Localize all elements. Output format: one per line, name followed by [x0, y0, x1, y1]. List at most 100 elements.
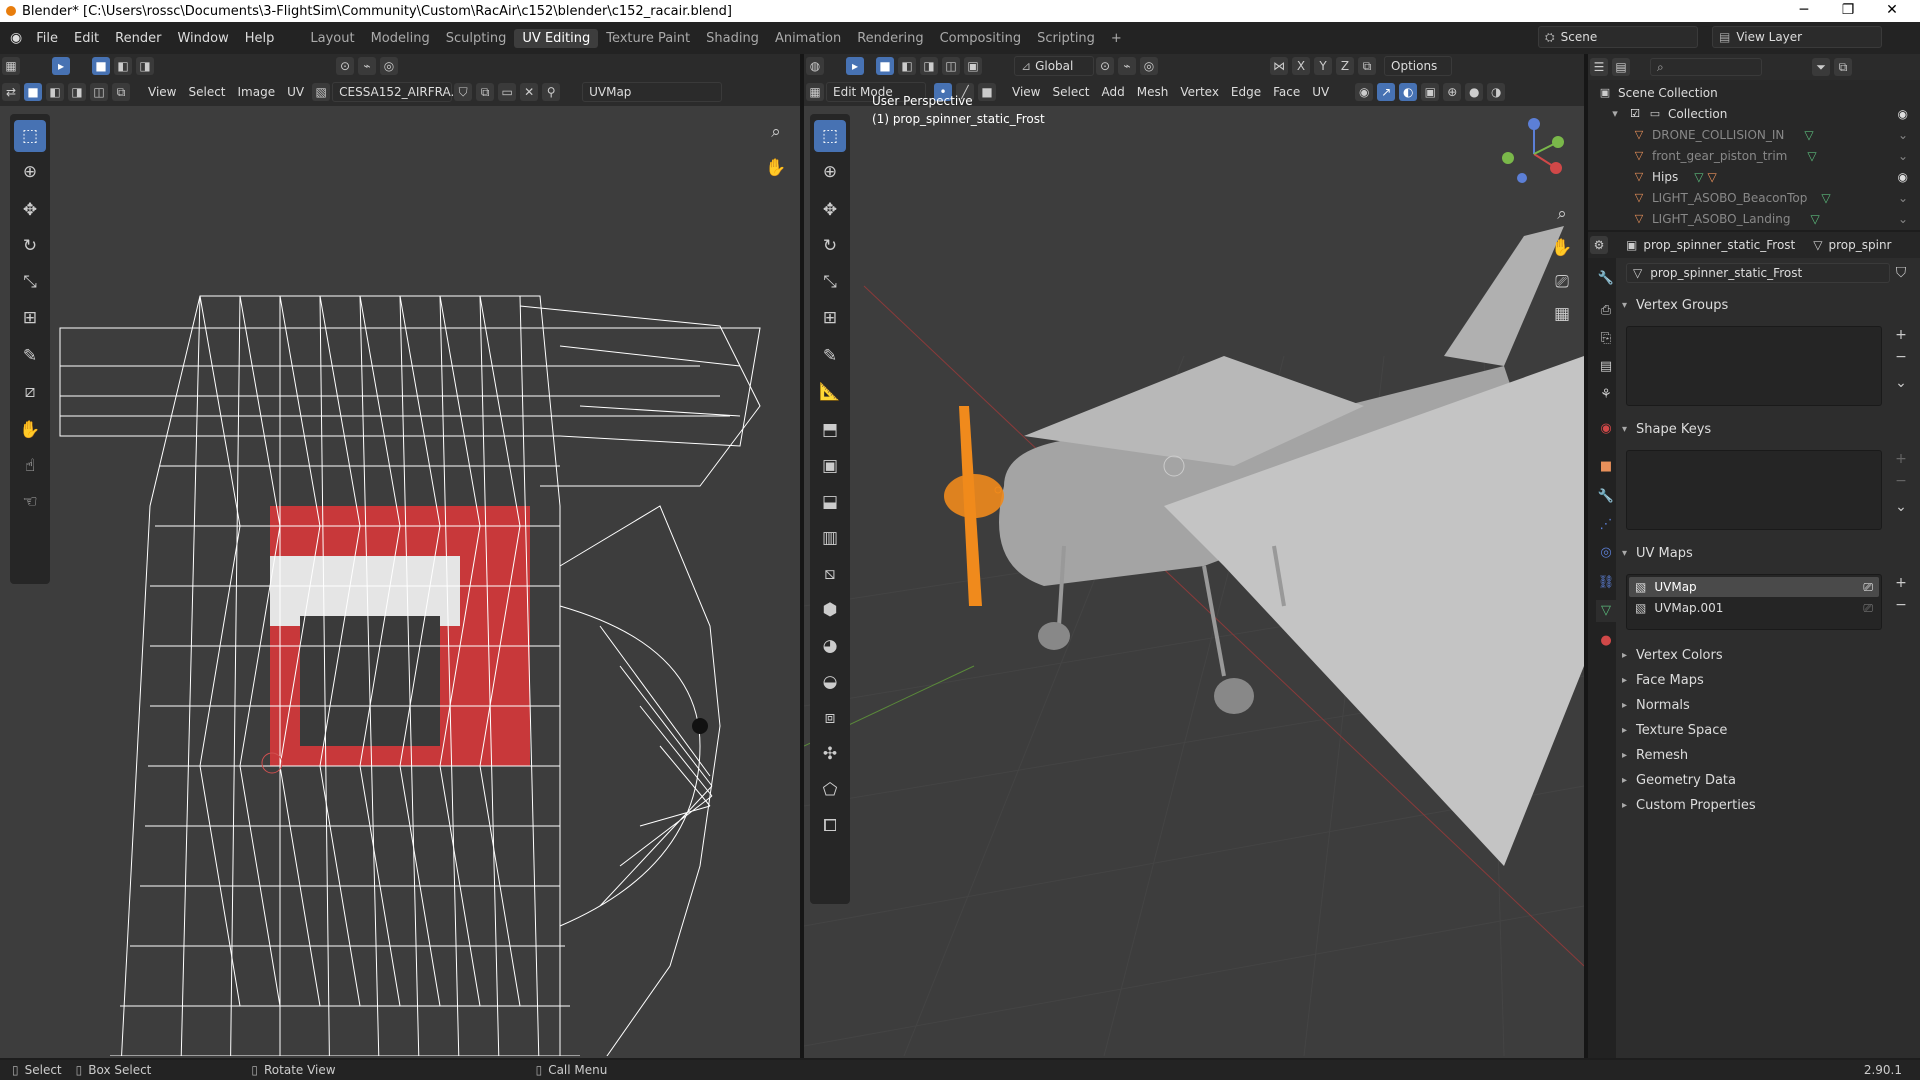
uv-face-mode-icon[interactable]: ◨ — [136, 57, 154, 75]
uv-map-row-active[interactable]: ▧ UVMap ⎚ — [1629, 577, 1879, 597]
panel-remesh[interactable]: ▸ Remesh — [1622, 744, 1912, 766]
uv-vertex-select-icon[interactable]: ■ — [24, 83, 42, 101]
material-tab-icon[interactable]: ● — [1596, 630, 1616, 652]
tab-scripting[interactable]: Scripting — [1029, 29, 1103, 48]
loop-cut-tool-icon[interactable]: ▥ — [814, 522, 846, 554]
uv-menu-uv[interactable]: UV — [281, 83, 310, 101]
object-tab-icon[interactable]: ■ — [1596, 456, 1616, 478]
snap-icon[interactable]: ⌁ — [358, 57, 376, 75]
constraints-tab-icon[interactable]: ⛓ — [1596, 572, 1616, 594]
menu-file[interactable]: File — [28, 31, 66, 46]
tab-layout[interactable]: Layout — [302, 29, 362, 48]
tool-tab-icon[interactable]: 🔧 — [1596, 268, 1616, 290]
cursor-tool-icon[interactable]: ⊕ — [14, 156, 46, 188]
annotate-tool-icon[interactable]: ✎ — [14, 340, 46, 372]
vertex-groups-list[interactable] — [1626, 326, 1882, 406]
panel-vertex-colors[interactable]: ▸ Vertex Colors — [1622, 644, 1912, 666]
image-name-field[interactable]: CESSA152_AIRFRA... — [332, 82, 462, 102]
panel-geometry-data[interactable]: ▸ Geometry Data — [1622, 769, 1912, 791]
rip-tool-icon[interactable]: ⧄ — [14, 376, 46, 408]
uv-island-select-icon[interactable]: ◫ — [90, 83, 108, 101]
outliner-search-input[interactable]: ⌕ — [1650, 58, 1762, 76]
unlink-image-icon[interactable]: ✕ — [520, 83, 539, 101]
mirror-icon[interactable]: ⋈ — [1270, 57, 1288, 75]
tab-modeling[interactable]: Modeling — [363, 29, 438, 48]
uv-canvas[interactable] — [0, 106, 800, 1056]
view-layer-tab-icon[interactable]: ▤ — [1596, 356, 1616, 378]
vp-transform-tool-icon[interactable]: ⊞ — [814, 302, 846, 334]
select-intersect-icon[interactable]: ▣ — [964, 57, 982, 75]
viewport-menu-face[interactable]: Face — [1267, 83, 1306, 101]
uv-edge-select-icon[interactable]: ◧ — [46, 83, 64, 101]
add-workspace-button[interactable]: + — [1103, 29, 1130, 48]
axis-x-toggle[interactable]: X — [1292, 57, 1310, 75]
gizmo-y-axis[interactable] — [1552, 136, 1564, 148]
world-tab-icon[interactable]: ◉ — [1596, 418, 1616, 440]
viewport-select-tool-icon[interactable]: ▸ — [846, 57, 864, 75]
menu-help[interactable]: Help — [237, 31, 283, 46]
tab-uv-editing[interactable]: UV Editing — [514, 28, 599, 48]
options-dropdown[interactable]: Options — [1384, 56, 1452, 76]
shape-key-menu-icon[interactable]: ⌄ — [1892, 498, 1910, 516]
auto-merge-icon[interactable]: ⧉ — [1358, 57, 1376, 75]
xray-icon[interactable]: ▣ — [1421, 83, 1440, 101]
outliner-item[interactable]: ▽ Hips ▽ ▽ ◉ — [1598, 166, 1914, 187]
uv-map-row[interactable]: ▧ UVMap.001 ⎚ — [1629, 598, 1879, 618]
vertex-group-menu-icon[interactable]: ⌄ — [1892, 374, 1910, 392]
remove-shape-key-button[interactable]: − — [1892, 472, 1910, 490]
select-extend-icon[interactable]: ◧ — [898, 57, 916, 75]
modifier-tab-icon[interactable]: 🔧 — [1596, 486, 1616, 508]
panel-normals[interactable]: ▸ Normals — [1622, 694, 1912, 716]
viewport-zoom-icon[interactable]: ⌕ — [1546, 198, 1578, 230]
camera-view-icon[interactable]: ⎚ — [1546, 266, 1578, 298]
particles-tab-icon[interactable]: ⋰ — [1596, 514, 1616, 536]
new-image-icon[interactable]: ⧉ — [476, 83, 495, 101]
gizmo-z-axis[interactable] — [1528, 118, 1540, 130]
scale-tool-icon[interactable]: ⤡ — [14, 266, 46, 298]
smooth-tool-icon[interactable]: ◒ — [814, 666, 846, 698]
viewport-menu-uv[interactable]: UV — [1306, 83, 1335, 101]
render-camera-icon[interactable]: ⎚ — [1863, 601, 1873, 616]
vp-cursor-tool-icon[interactable]: ⊕ — [814, 156, 846, 188]
vp-annotate-tool-icon[interactable]: ✎ — [814, 340, 846, 372]
tab-animation[interactable]: Animation — [767, 29, 849, 48]
viewport-snap-icon[interactable]: ⌁ — [1118, 57, 1136, 75]
remove-uv-map-button[interactable]: − — [1892, 596, 1910, 614]
add-vertex-group-button[interactable]: + — [1892, 326, 1910, 344]
menu-edit[interactable]: Edit — [66, 31, 107, 46]
spin-tool-icon[interactable]: ◕ — [814, 630, 846, 662]
viewport-menu-select[interactable]: Select — [1046, 83, 1095, 101]
proportional-icon[interactable]: ◎ — [380, 57, 398, 75]
axis-y-toggle[interactable]: Y — [1314, 57, 1332, 75]
visibility-icon[interactable]: ◉ — [1355, 83, 1374, 101]
open-image-icon[interactable]: ▭ — [498, 83, 517, 101]
panel-custom-properties[interactable]: ▸ Custom Properties — [1622, 794, 1912, 816]
inset-tool-icon[interactable]: ▣ — [814, 450, 846, 482]
viewport-menu-mesh[interactable]: Mesh — [1131, 83, 1175, 101]
viewport-pan-icon[interactable]: ✋ — [1546, 232, 1578, 264]
mode-icon[interactable]: ▦ — [806, 83, 824, 101]
gizmo-neg-y-axis[interactable] — [1502, 152, 1514, 164]
outliner-editor-type-icon[interactable]: ☰ — [1590, 58, 1608, 76]
pivot-icon[interactable]: ⊙ — [336, 57, 354, 75]
panel-vertex-groups[interactable]: ▾ Vertex Groups — [1622, 294, 1912, 316]
gizmo-neg-z-axis[interactable] — [1517, 173, 1527, 183]
sticky-select-icon[interactable]: ⧉ — [112, 83, 130, 101]
knife-tool-icon[interactable]: ⧅ — [814, 558, 846, 590]
expand-arrow-icon[interactable]: ▾ — [1608, 107, 1622, 121]
physics-tab-icon[interactable]: ◎ — [1596, 542, 1616, 564]
move-tool-icon[interactable]: ✥ — [14, 194, 46, 226]
tab-shading[interactable]: Shading — [698, 29, 767, 48]
output-tab-icon[interactable]: ⎘ — [1596, 328, 1616, 350]
navigation-gizmo[interactable] — [1494, 114, 1574, 194]
wireframe-shading-icon[interactable]: ⊕ — [1443, 83, 1462, 101]
solid-shading-icon[interactable]: ● — [1465, 83, 1484, 101]
outliner-item[interactable]: ▽ DRONE_COLLISION_IN ▽ ⌄ — [1598, 124, 1914, 145]
shape-keys-list[interactable] — [1626, 450, 1882, 530]
pinch-tool-icon[interactable]: ☜ — [14, 486, 46, 518]
panel-uv-maps[interactable]: ▾ UV Maps — [1622, 542, 1912, 564]
collection-eye-icon[interactable]: ◉ — [1898, 107, 1908, 121]
scene-selector[interactable]: ⛭ Scene — [1538, 26, 1698, 48]
uv-menu-select[interactable]: Select — [182, 83, 231, 101]
gizmo-x-axis[interactable] — [1550, 162, 1562, 174]
